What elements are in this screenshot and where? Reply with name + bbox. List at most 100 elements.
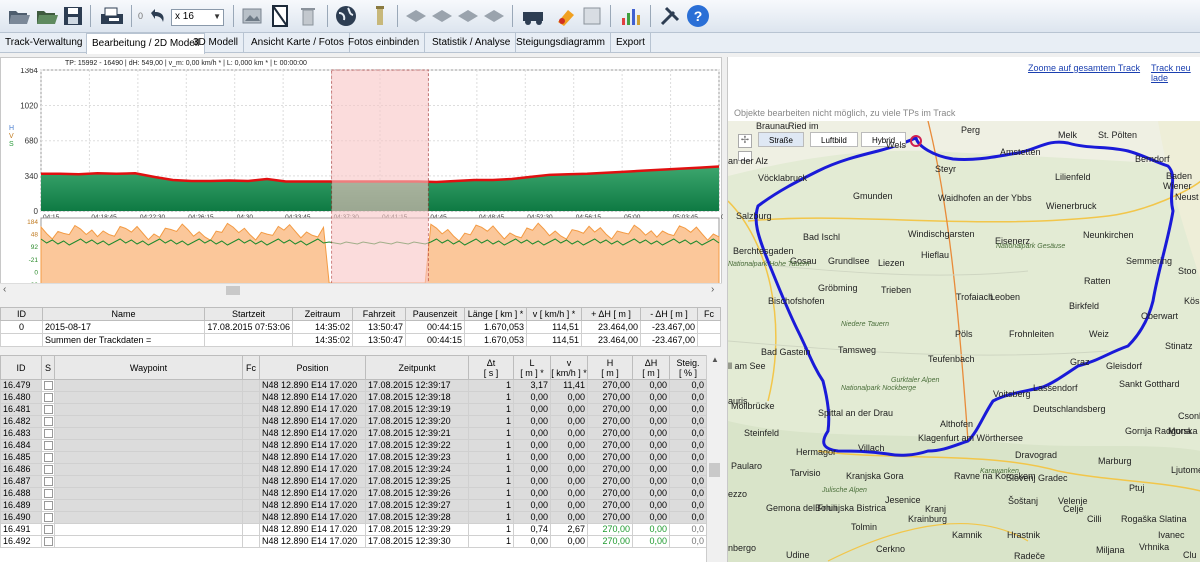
layers-1-icon[interactable] [404,4,428,28]
table-row[interactable]: 16.481 N48 12.890 E14 17.020 17.08.2015 12… [0,403,706,416]
grid-icon[interactable] [580,4,604,28]
table-row[interactable]: 16.490 N48 12.890 E14 17.020 17.08.2015 12… [0,511,706,524]
waypoint-header-3[interactable]: Fc [242,355,260,380]
waypoint-header-7[interactable]: L [ m ] * [513,355,551,380]
waypoint-header-0[interactable]: ID [0,355,42,380]
row-checkbox[interactable] [41,523,55,536]
waypoint-vertical-scrollbar[interactable]: ▲ [706,355,722,562]
row-checkbox[interactable] [41,475,55,488]
waypoint-header-9[interactable]: H [ m ] [587,355,633,380]
waypoint-header-8[interactable]: v [ km/h ] * [550,355,588,380]
row-checkbox[interactable] [41,463,55,476]
map-type-luftbild[interactable]: Luftbild [810,132,858,147]
table-row[interactable]: 16.484 N48 12.890 E14 17.020 17.08.2015 12… [0,439,706,452]
summary-header-9[interactable]: - ΔH [ m ] [640,307,698,321]
waypoint-header-1[interactable]: S [41,355,55,380]
table-cell: 3,17 [513,379,551,392]
save-disk-icon[interactable] [61,4,85,28]
table-row[interactable]: 16.482 N48 12.890 E14 17.020 17.08.2015 12… [0,415,706,428]
reload-track-link[interactable]: Track neu lade [1151,63,1200,83]
zoom-track-link[interactable]: Zoome auf gesamtem Track [1028,63,1140,73]
help-icon[interactable]: ? [686,4,710,28]
map-view[interactable]: Straße Luftbild Hybrid ✢ Braunau Ried im P… [728,121,1200,562]
tab-track-verwaltung[interactable]: Track-Verwaltung [0,33,89,53]
map-type-strasse[interactable]: Straße [758,132,805,147]
scroll-thumb[interactable] [709,463,720,477]
summary-header-6[interactable]: Länge [ km ] * [464,307,527,321]
table-row[interactable]: 16.483 N48 12.890 E14 17.020 17.08.2015 12… [0,427,706,440]
waypoint-header-6[interactable]: Δt [ s ] [468,355,514,380]
elevation-chart[interactable]: 13641020680340004:1504:18:4504:22:3004:2… [1,68,723,294]
row-checkbox[interactable] [41,379,55,392]
summary-header-3[interactable]: Zeitraum [292,307,353,321]
table-cell: 0,00 [550,475,588,488]
chart-icon[interactable] [618,4,642,28]
table-row[interactable]: 16.488 N48 12.890 E14 17.020 17.08.2015 12… [0,487,706,500]
summary-header-10[interactable]: Fc [697,307,721,321]
chart-horizontal-scrollbar[interactable]: ‹ › [0,283,722,297]
table-row[interactable]: 16.487 N48 12.890 E14 17.020 17.08.2015 12… [0,475,706,488]
tab-fotos-einbinden[interactable]: Fotos einbinden [343,33,426,53]
waypoint-header-4[interactable]: Position [259,355,366,380]
summary-header-8[interactable]: + ΔH [ m ] [581,307,641,321]
table-row[interactable]: 16.491 N48 12.890 E14 17.020 17.08.2015 12… [0,523,706,536]
row-checkbox[interactable] [41,403,55,416]
document-page-icon[interactable] [268,4,292,28]
globe-icon[interactable] [334,4,358,28]
layers-4-icon[interactable] [482,4,506,28]
row-checkbox[interactable] [41,499,55,512]
cars-icon[interactable] [520,4,550,28]
row-checkbox[interactable] [41,391,55,404]
summary-row[interactable]: Summen der Trackdaten = 14:35:02 13:50:47 0… [0,333,721,347]
undo-icon[interactable] [145,4,169,28]
summary-header-7[interactable]: v [ km/h ] * [526,307,582,321]
table-row[interactable]: 16.489 N48 12.890 E14 17.020 17.08.2015 12… [0,499,706,512]
print-icon[interactable] [97,4,127,28]
image-icon[interactable] [240,4,264,28]
chevron-left-icon[interactable]: ‹ [3,284,6,295]
tab-export[interactable]: Export [611,33,651,53]
summary-header-1[interactable]: Name [42,307,205,321]
chevron-up-icon[interactable]: ▲ [711,355,719,364]
tools-icon[interactable] [658,4,682,28]
lighthouse-icon[interactable] [368,4,392,28]
row-checkbox[interactable] [41,415,55,428]
table-row[interactable]: 16.492 N48 12.890 E14 17.020 17.08.2015 12… [0,535,706,548]
open-folder-icon[interactable] [7,4,31,28]
color-marker-icon[interactable] [554,4,578,28]
summary-header-5[interactable]: Pausenzeit [405,307,465,321]
row-checkbox[interactable] [41,511,55,524]
row-checkbox[interactable] [41,439,55,452]
summary-header-2[interactable]: Startzeit [204,307,293,321]
chevron-right-icon[interactable]: › [711,284,714,295]
waypoint-header-11[interactable]: Steig. [ % ] [669,355,706,380]
open-folder-green-icon[interactable] [35,4,59,28]
table-row[interactable]: 16.486 N48 12.890 E14 17.020 17.08.2015 12… [0,463,706,476]
trash-icon[interactable] [296,4,320,28]
summary-row[interactable]: 0 2015-08-17 17.08.2015 07:53:06 14:35:02 13… [0,320,721,334]
row-checkbox[interactable] [41,487,55,500]
zoom-select[interactable]: x 16 ▼ [171,9,224,26]
row-checkbox[interactable] [41,427,55,440]
row-checkbox[interactable] [41,535,55,548]
waypoint-header-5[interactable]: Zeitpunkt [365,355,469,380]
tab-3d-modell[interactable]: 3D Modell [188,33,245,53]
map-place-label: Amstetten [1000,147,1041,157]
table-cell: 16.484 [0,439,42,452]
table-row[interactable]: 16.485 N48 12.890 E14 17.020 17.08.2015 12… [0,451,706,464]
table-row[interactable]: 16.480 N48 12.890 E14 17.020 17.08.2015 12… [0,391,706,404]
summary-header-0[interactable]: ID [0,307,43,321]
tab-steigungsdiagramm[interactable]: Steigungsdiagramm [511,33,611,53]
tab-ansicht-karte[interactable]: Ansicht Karte / Fotos [246,33,350,53]
waypoint-header-10[interactable]: ΔH [ m ] [632,355,670,380]
tab-statistik[interactable]: Statistik / Analyse [427,33,517,53]
table-row[interactable]: 16.479 N48 12.890 E14 17.020 17.08.2015 12… [0,379,706,392]
row-checkbox[interactable] [41,451,55,464]
layers-2-icon[interactable] [430,4,454,28]
pan-control-icon[interactable]: ✢ [738,134,752,148]
map-note: Objekte bearbeiten nicht möglich, zu vie… [734,108,956,118]
waypoint-header-2[interactable]: Waypoint [54,355,243,380]
scroll-thumb[interactable] [226,286,240,295]
summary-header-4[interactable]: Fahrzeit [352,307,406,321]
layers-3-icon[interactable] [456,4,480,28]
